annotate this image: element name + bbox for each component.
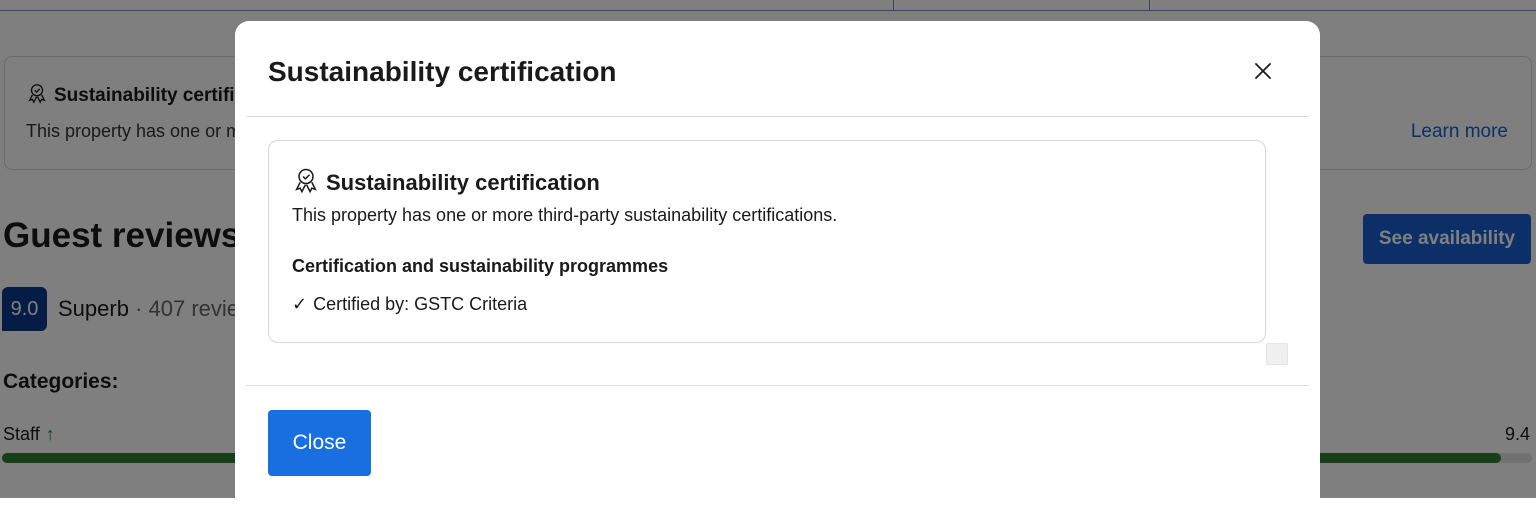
programmes-subheading: Certification and sustainability program…: [292, 256, 669, 276]
modal-title: Sustainability certification: [268, 56, 617, 87]
certification-card: Sustainability certification This proper…: [268, 140, 1266, 343]
certified-by-item: ✓ Certified by: GSTC Criteria: [292, 294, 527, 315]
close-icon[interactable]: [1251, 59, 1275, 83]
modal-footer-divider: [246, 385, 1309, 386]
sustainability-modal: Sustainability certification Sustainabil…: [235, 21, 1320, 521]
checkmark-icon: ✓: [292, 294, 308, 314]
scrollbar-thumb[interactable]: [1266, 343, 1288, 365]
close-button[interactable]: Close: [268, 410, 371, 476]
certification-card-title: Sustainability certification: [292, 166, 600, 200]
award-leaf-icon: [292, 166, 320, 200]
certification-card-description: This property has one or more third-part…: [292, 205, 838, 225]
certified-by-text: Certified by: GSTC Criteria: [313, 294, 528, 314]
modal-header-divider: [246, 116, 1309, 117]
